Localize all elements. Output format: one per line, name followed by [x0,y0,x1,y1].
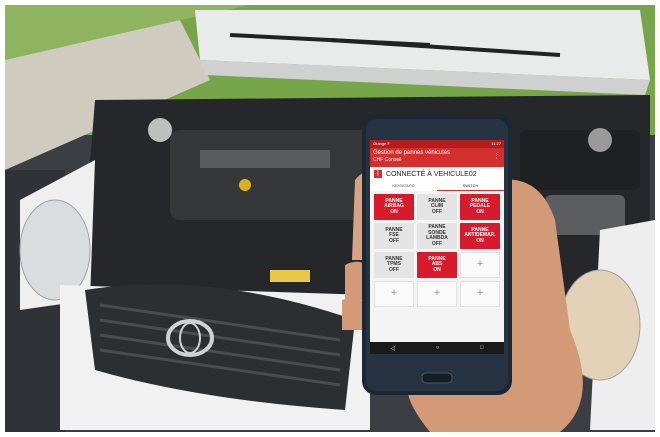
connection-status: ᛒ CONNECTÉ À VEHICULE02 [370,167,504,181]
add-tile-button[interactable]: + [374,281,414,307]
tile-l2: SONDE LAMBDA [426,229,448,241]
tile-state: OFF [432,208,442,215]
fault-toggle-5[interactable]: PANNE ANTIDEMAR. ON [460,223,500,249]
tile-l1: + [391,288,397,300]
car-engine-photo [0,0,660,437]
tab-bar: KEYBOARD SWITCH [370,181,504,191]
add-tile-button[interactable]: + [460,281,500,307]
tile-l1: + [477,259,483,271]
fault-toggle-3[interactable]: PANNE FSE OFF [374,223,414,249]
tile-state: ON [390,208,398,215]
tile-l1: + [434,288,440,300]
fault-toggle-4[interactable]: PANNE SONDE LAMBDA OFF [417,223,457,249]
overflow-menu-icon[interactable]: ⋮ [493,152,500,160]
tile-state: OFF [432,240,442,247]
tab-keyboard[interactable]: KEYBOARD [370,181,437,191]
fault-toggle-7[interactable]: PANNE ABS ON [417,252,457,278]
fault-toggle-6[interactable]: PANNE TPMS OFF [374,252,414,278]
tile-state: ON [433,266,441,273]
connection-label: CONNECTÉ À VEHICULE02 [386,170,477,178]
fault-toggle-0[interactable]: PANNE AIRBAG ON [374,194,414,220]
phone-screen: Orange F 11:27 Gestion de pannes véhicul… [370,140,504,354]
bluetooth-icon: ᛒ [374,170,382,178]
android-nav-bar: ◁ ○ □ [370,342,504,354]
tile-l1: + [477,288,483,300]
tile-state: OFF [389,266,399,273]
back-icon[interactable]: ◁ [390,345,395,352]
app-subtitle: CHF Conseil [373,157,402,163]
home-icon[interactable]: ○ [436,345,440,351]
fault-toggle-2[interactable]: PANNE PEDALE ON [460,194,500,220]
tile-state: ON [476,208,484,215]
status-time: 11:27 [491,141,501,146]
tile-state: ON [476,237,484,244]
tab-switch[interactable]: SWITCH [437,181,504,191]
add-tile-button[interactable]: + [460,252,500,278]
fault-toggle-1[interactable]: PANNE CLIM OFF [417,194,457,220]
fault-grid: PANNE AIRBAG ON PANNE CLIM OFF PANNE PEDALE ON PA… [370,191,504,310]
app-bar: Gestion de pannes véhicules CHF Conseil … [370,148,504,167]
status-carrier: Orange F [373,141,390,146]
add-tile-button[interactable]: + [417,281,457,307]
status-bar: Orange F 11:27 [370,140,504,148]
app-title: Gestion de pannes véhicules [373,150,451,156]
tile-state: OFF [389,237,399,244]
recents-icon[interactable]: □ [480,345,484,351]
